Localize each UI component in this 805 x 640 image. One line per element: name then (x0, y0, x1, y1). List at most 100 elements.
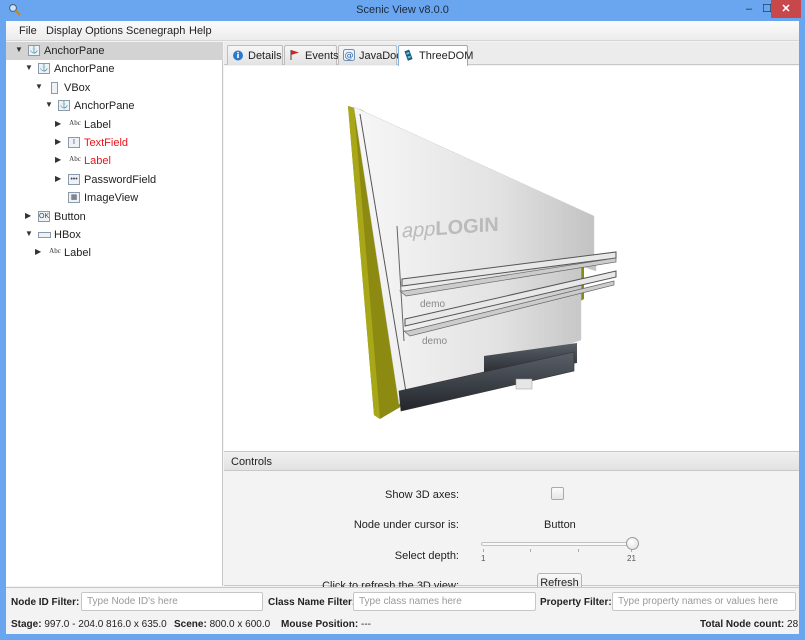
tree-item-label: AnchorPane (54, 63, 115, 76)
scenegraph-tree[interactable]: ▼ ⚓ AnchorPane ▼ ⚓ AnchorPane ▼ VBox ▼ ⚓ AnchorPan… (6, 42, 223, 586)
menu-bar: File Display Options Scenegraph Help (6, 21, 799, 41)
expand-arrow-icon[interactable]: ▶ (55, 137, 61, 146)
property-filter-input[interactable] (612, 592, 796, 611)
expand-arrow-icon[interactable]: ▶ (55, 174, 61, 183)
expand-arrow-icon[interactable]: ▶ (55, 155, 61, 164)
tree-item[interactable]: ▶ Abc Label (6, 152, 223, 170)
tree-item-label: Button (54, 210, 86, 223)
tab-details[interactable]: Details (227, 45, 283, 65)
tree-item[interactable]: ▼ VBox (6, 79, 223, 97)
anchor-icon: ⚓ (38, 63, 50, 75)
tree-item-label: ImageView (84, 192, 139, 205)
node-under-cursor-value: Button (544, 519, 576, 531)
controls-header[interactable]: Controls (224, 451, 799, 471)
show-axes-label: Show 3D axes: (385, 489, 459, 501)
3d-textfield-1-text: demo (420, 299, 445, 310)
minimize-button[interactable]: – (740, 0, 758, 18)
tab-label: JavaDoc (359, 50, 402, 62)
label-icon: Abc (49, 247, 61, 256)
expand-arrow-icon[interactable]: ▶ (35, 247, 41, 256)
tree-item[interactable]: ▼ ⚓ AnchorPane (6, 60, 223, 78)
tree-item[interactable]: ▼ HBox (6, 226, 223, 244)
collapse-arrow-icon[interactable]: ▼ (25, 229, 33, 238)
tree-item[interactable]: ▶ Abc Label (6, 244, 223, 262)
textfield-icon: I (68, 137, 80, 148)
window-title: Scenic View v8.0.0 (356, 4, 449, 16)
class-name-filter-input[interactable] (353, 592, 536, 611)
tree-item-label: VBox (64, 81, 91, 94)
hbox-icon (38, 232, 51, 238)
property-filter-label: Property Filter: (540, 597, 612, 608)
tree-item[interactable]: ▶ OK Button (6, 208, 223, 226)
label-icon: Abc (69, 155, 81, 164)
node-id-filter-label: Node ID Filter: (11, 597, 80, 608)
controls-panel: Show 3D axes: Node under cursor is: Butt… (224, 472, 799, 594)
node-id-filter-input[interactable] (81, 592, 263, 611)
collapse-arrow-icon[interactable]: ▼ (45, 100, 53, 109)
tree-item-label: TextField (84, 137, 129, 149)
tree-item-label: HBox (54, 229, 81, 241)
threedom-icon (404, 49, 413, 61)
tab-events[interactable]: Events (284, 45, 339, 65)
tree-item[interactable]: ▦ ImageView (6, 189, 223, 207)
right-pane: Details Events @ JavaDoc ThreeDOM appLOG… (224, 42, 799, 594)
tab-threedom[interactable]: ThreeDOM (398, 45, 473, 66)
threedom-3d-view[interactable]: appLOGIN demo demo (224, 66, 799, 451)
collapse-arrow-icon[interactable]: ▼ (25, 63, 33, 72)
stage-status: Stage: 997.0 - 204.0 816.0 x 635.0 (11, 619, 167, 630)
3d-button-label (515, 378, 533, 390)
label-icon: Abc (69, 118, 81, 127)
expand-arrow-icon[interactable]: ▶ (25, 211, 31, 220)
flag-icon (290, 50, 299, 60)
tab-label: Details (248, 50, 282, 62)
tree-item-label: AnchorPane (44, 45, 105, 57)
tree-item[interactable]: ▶ I TextField (6, 134, 223, 152)
expand-arrow-icon[interactable]: ▶ (55, 119, 61, 128)
menu-scenegraph[interactable]: Scenegraph (126, 25, 185, 37)
depth-slider-track[interactable] (481, 542, 633, 546)
app-frame: File Display Options Scenegraph Help ▼ ⚓ A… (6, 21, 799, 634)
3d-scene-render[interactable]: appLOGIN demo demo (224, 66, 799, 451)
slider-tick (578, 549, 579, 552)
status-bar: Stage: 997.0 - 204.0 816.0 x 635.0 Scene… (6, 615, 799, 634)
mouse-position-status: Mouse Position: --- (281, 619, 372, 630)
tree-item-label: Label (64, 247, 91, 260)
tree-item[interactable]: ▶ ••• PasswordField (6, 171, 223, 189)
slider-tick (483, 549, 484, 552)
menu-display-options[interactable]: Display Options (46, 25, 123, 37)
anchor-icon: ⚓ (58, 100, 70, 112)
button-icon: OK (38, 210, 50, 222)
tree-item[interactable]: ▶ Abc Label (6, 116, 223, 134)
at-icon: @ (343, 49, 355, 61)
node-under-cursor-label: Node under cursor is: (353, 519, 459, 531)
depth-max-label: 21 (627, 554, 636, 563)
menu-help[interactable]: Help (189, 25, 212, 37)
scene-status: Scene: 800.0 x 600.0 (174, 619, 271, 630)
tree-item-label: Label (84, 155, 111, 168)
tree-item-label: AnchorPane (74, 100, 135, 113)
filter-bar: Node ID Filter: Class Name Filter: Prope… (6, 587, 799, 614)
menu-file[interactable]: File (19, 25, 37, 37)
node-count-status: Total Node count: 28 (700, 619, 799, 630)
imageview-icon: ▦ (68, 192, 80, 204)
tab-javadoc[interactable]: @ JavaDoc (338, 45, 402, 65)
collapse-arrow-icon[interactable]: ▼ (35, 82, 43, 91)
tree-item[interactable]: ▼ ⚓ AnchorPane (6, 42, 223, 60)
close-button[interactable]: ✕ (771, 0, 801, 18)
tree-item[interactable]: ▼ ⚓ AnchorPane (6, 97, 223, 115)
controls-title: Controls (231, 456, 272, 468)
tab-label: Events (305, 50, 339, 62)
slider-tick (530, 549, 531, 552)
title-bar: Scenic View v8.0.0 – ☐ ✕ (0, 0, 805, 21)
depth-min-label: 1 (481, 554, 486, 563)
anchor-icon: ⚓ (28, 45, 40, 56)
depth-slider-thumb[interactable] (626, 537, 639, 550)
collapse-arrow-icon[interactable]: ▼ (15, 45, 23, 54)
class-name-filter-label: Class Name Filter: (268, 597, 356, 608)
info-icon (233, 50, 243, 61)
tab-bar: Details Events @ JavaDoc ThreeDOM (224, 42, 799, 66)
show-axes-checkbox[interactable] (551, 487, 564, 500)
tree-item-label: Label (84, 118, 111, 131)
svg-text:@: @ (345, 51, 354, 61)
tree-item-label: PasswordField (84, 173, 157, 186)
